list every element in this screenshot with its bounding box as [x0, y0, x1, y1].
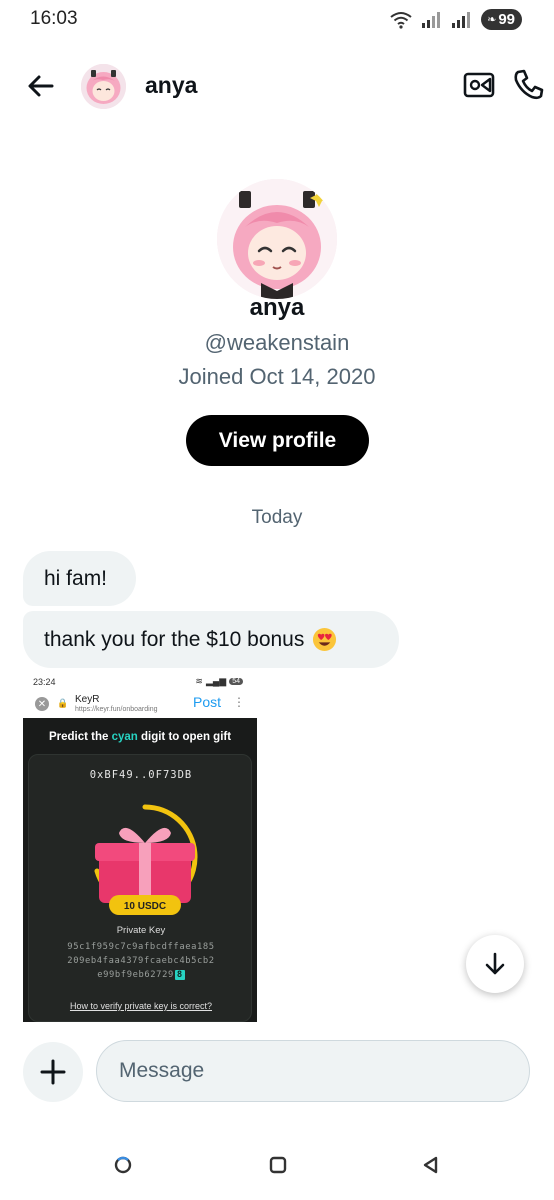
anya-profile-image — [217, 179, 337, 299]
private-key-line-text: e99bf9eb62729 — [97, 970, 174, 980]
arrow-down-icon — [485, 952, 505, 975]
profile-name: anya — [249, 294, 305, 321]
private-key-line: e99bf9eb62729 8 — [29, 970, 253, 980]
message-text: thank you for the $10 bonus — [44, 627, 305, 651]
header-username[interactable]: anya — [145, 72, 197, 99]
wifi-icon: ≋ — [195, 676, 203, 686]
attached-image[interactable]: 23:24 ≋ ▂▄▆ 54 ✕ 🔒 KeyR https://keyr.fun… — [23, 672, 257, 1022]
close-icon: ✕ — [35, 697, 49, 711]
private-key-hidden-digit: 8 — [174, 970, 185, 980]
anya-avatar-image — [81, 64, 126, 109]
attachment-post-label: Post — [193, 694, 222, 710]
headline-prefix: Predict the — [48, 731, 112, 743]
battery-indicator: ❧ 99 — [481, 9, 522, 30]
video-call-icon[interactable] — [462, 69, 496, 101]
verify-private-key-link: How to verify private key is correct? — [69, 1001, 213, 1011]
status-time: 16:03 — [30, 8, 78, 29]
private-key-line: 209eb4faa4379fcaebc4b5cb2 — [67, 956, 215, 966]
header-avatar[interactable] — [81, 64, 126, 109]
attachment-status-time: 23:24 — [33, 677, 56, 687]
status-bar: 16:03 ❧ 99 — [0, 0, 554, 40]
profile-joined-date: Joined Oct 14, 2020 — [178, 364, 376, 389]
private-key-label: Private Key — [116, 925, 166, 936]
attachment-status-icons: ≋ ▂▄▆ 54 — [195, 676, 243, 687]
gift-progress-ring: 10 USDC — [94, 804, 198, 915]
battery-level: 99 — [498, 11, 515, 28]
attachment-status-bar: 23:24 ≋ ▂▄▆ 54 — [23, 672, 257, 690]
attachment-site-name: KeyR — [75, 694, 100, 705]
signal-icon: ▂▄▆ — [205, 676, 227, 686]
message-text: hi fam! — [44, 566, 108, 590]
back-triangle-icon[interactable] — [420, 1154, 442, 1176]
attachment-site-url: https://keyr.fun/onboarding — [75, 706, 158, 713]
view-profile-button[interactable]: View profile — [186, 415, 369, 466]
lock-icon: 🔒 — [57, 698, 69, 708]
profile-handle: @weakenstain — [204, 330, 350, 355]
heart-eyes-emoji-icon — [313, 627, 337, 652]
conversation-header: anya — [0, 55, 554, 115]
private-key-line: 95c1f959c7c9afbcdffaea185 — [67, 942, 215, 952]
status-icons: ❧ 99 — [389, 9, 522, 30]
attachment-gift-card: 0xBF49..0F73DB 10 USDC Private Key 95c1f… — [28, 754, 252, 1022]
attachment-browser-bar: ✕ 🔒 KeyR https://keyr.fun/onboarding Pos… — [23, 690, 257, 718]
wifi-icon — [390, 11, 412, 29]
more-vertical-icon: ⋮ — [233, 695, 245, 709]
attachment-headline: Predict the cyan digit to open gift — [23, 731, 257, 743]
headline-highlight: cyan — [111, 731, 138, 743]
phone-icon[interactable] — [512, 67, 546, 101]
attachment-battery: 54 — [229, 678, 243, 685]
message-input[interactable] — [96, 1040, 530, 1102]
plus-icon — [40, 1059, 66, 1085]
message-bubble[interactable]: hi fam! — [23, 551, 136, 606]
back-arrow-icon[interactable] — [24, 69, 58, 103]
profile-avatar[interactable] — [217, 179, 337, 299]
leaf-icon: ❧ — [487, 14, 497, 26]
add-media-button[interactable] — [23, 1042, 83, 1102]
signal-icon-2 — [452, 11, 471, 28]
date-separator: Today — [251, 507, 303, 528]
system-nav-bar — [0, 1140, 554, 1200]
message-bubble[interactable]: thank you for the $10 bonus — [23, 611, 399, 668]
home-circle-icon[interactable] — [112, 1154, 134, 1176]
gift-badge-text: 10 USDC — [124, 901, 166, 912]
recents-square-icon[interactable] — [267, 1154, 289, 1176]
headline-suffix: digit to open gift — [137, 731, 232, 743]
signal-icon — [422, 11, 441, 28]
scroll-down-button[interactable] — [466, 935, 524, 993]
attachment-wallet-address: 0xBF49..0F73DB — [89, 769, 193, 781]
attachment-content: Predict the cyan digit to open gift 0xBF… — [23, 718, 257, 1022]
